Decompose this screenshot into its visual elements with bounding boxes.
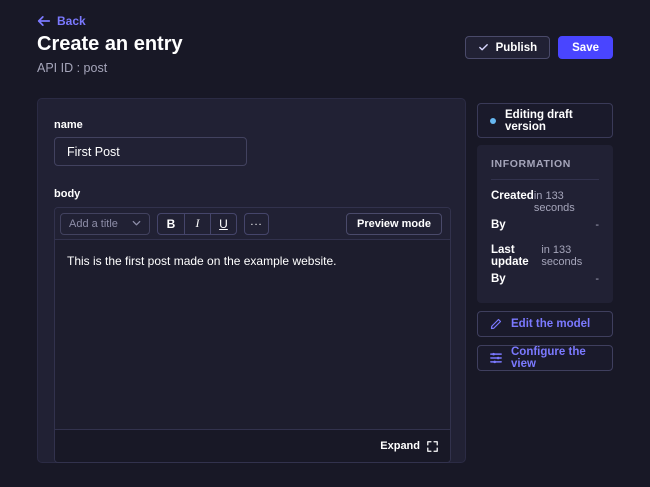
body-textarea[interactable]: This is the first post made on the examp… (55, 239, 450, 429)
title-select-placeholder: Add a title (69, 218, 118, 230)
edit-model-button[interactable]: Edit the model (477, 311, 613, 337)
info-row-value: - (595, 273, 599, 285)
info-row-label: Last update (491, 244, 541, 268)
entry-form-card: name body Add a title B I U ... Preview … (37, 98, 466, 463)
info-row-value: in 133 seconds (534, 190, 599, 214)
draft-status-label: Editing draft version (505, 109, 600, 133)
draft-status-box: Editing draft version (477, 103, 613, 138)
editor-footer: Expand (55, 429, 450, 462)
info-row-label: By (491, 273, 506, 285)
pencil-icon (490, 318, 502, 330)
chevron-down-icon (132, 220, 141, 227)
information-panel: INFORMATION Created in 133 seconds By - … (477, 145, 613, 303)
api-id-subtitle: API ID : post (37, 61, 107, 75)
information-divider (491, 179, 599, 180)
check-icon (478, 42, 489, 53)
name-field-label: name (54, 119, 449, 131)
information-title: INFORMATION (491, 158, 599, 170)
rich-text-editor: Add a title B I U ... Preview mode This … (54, 207, 451, 463)
sliders-icon (490, 352, 502, 364)
body-field-label: body (54, 188, 449, 200)
info-row-updated-by: By - (491, 273, 599, 285)
expand-label: Expand (380, 440, 420, 452)
editor-toolbar: Add a title B I U ... Preview mode (55, 208, 450, 239)
underline-button[interactable]: U (210, 214, 236, 234)
preview-mode-button[interactable]: Preview mode (346, 213, 442, 235)
header-actions: Publish Save (465, 36, 613, 59)
publish-label: Publish (496, 42, 538, 54)
arrow-left-icon (37, 15, 51, 27)
more-options-button[interactable]: ... (244, 213, 269, 235)
draft-status-dot (490, 118, 496, 124)
right-sidebar: Editing draft version INFORMATION Create… (477, 103, 613, 371)
info-row-gap (491, 236, 599, 244)
expand-icon (427, 441, 438, 452)
save-button[interactable]: Save (558, 36, 613, 59)
configure-view-label: Configure the view (511, 346, 600, 370)
ellipsis-icon: ... (250, 216, 262, 228)
info-row-value: in 133 seconds (541, 244, 599, 268)
info-row-label: By (491, 219, 506, 231)
format-group: B I U (157, 213, 237, 235)
save-label: Save (572, 42, 599, 54)
publish-button[interactable]: Publish (465, 36, 551, 59)
bold-button[interactable]: B (158, 214, 184, 234)
title-style-select[interactable]: Add a title (60, 213, 150, 235)
info-row-created: Created in 133 seconds (491, 190, 599, 214)
info-row-last-update: Last update in 133 seconds (491, 244, 599, 268)
italic-button[interactable]: I (184, 214, 210, 234)
configure-view-button[interactable]: Configure the view (477, 345, 613, 371)
info-row-value: - (595, 219, 599, 231)
preview-mode-label: Preview mode (357, 218, 431, 230)
name-input[interactable] (54, 137, 247, 166)
info-row-label: Created (491, 190, 534, 202)
back-link[interactable]: Back (37, 14, 86, 28)
back-label: Back (57, 14, 86, 28)
info-row-created-by: By - (491, 219, 599, 231)
edit-model-label: Edit the model (511, 318, 590, 330)
expand-button[interactable]: Expand (380, 440, 438, 452)
page-title: Create an entry (37, 33, 183, 56)
